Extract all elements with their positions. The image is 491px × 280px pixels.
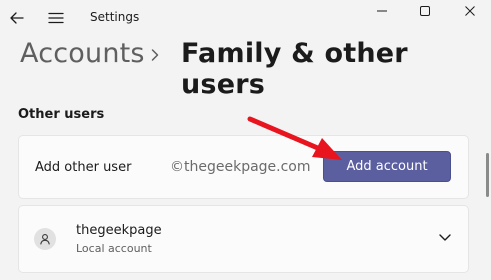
annotation-arrow-icon [247, 116, 342, 160]
